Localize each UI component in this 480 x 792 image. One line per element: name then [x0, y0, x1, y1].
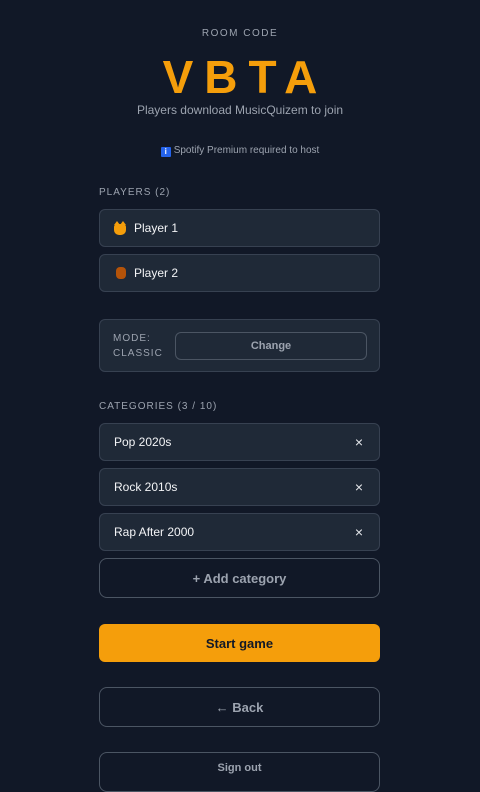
player-row: Player 1 [99, 209, 380, 247]
mode-label: MODE: CLASSIC [113, 331, 175, 361]
change-mode-button[interactable]: Change [175, 331, 367, 360]
sign-out-button[interactable]: Sign out [99, 752, 380, 792]
remove-category-icon[interactable]: × [353, 524, 365, 540]
category-row: Rap After 2000 × [99, 513, 380, 551]
spotify-note-text: Spotify Premium required to host [173, 145, 320, 156]
mode-card: MODE: CLASSIC Change [99, 319, 380, 372]
player-name: Player 1 [134, 221, 179, 235]
remove-category-icon[interactable]: × [353, 434, 365, 450]
back-button[interactable]: ← Back [99, 687, 380, 727]
info-icon: i [160, 147, 171, 157]
category-row: Pop 2020s × [99, 423, 380, 461]
spotify-note: i Spotify Premium required to host [0, 145, 480, 157]
remove-category-icon[interactable]: × [353, 479, 365, 495]
mode-label-prefix: MODE: [113, 332, 151, 344]
lobby-screen: ROOM CODE VBTA Players download MusicQui… [0, 0, 480, 792]
players-section-label: PLAYERS (2) [99, 187, 171, 198]
room-code: VBTA [162, 51, 329, 103]
start-game-button[interactable]: Start game [99, 624, 380, 662]
player-name: Player 2 [134, 266, 179, 280]
add-category-button[interactable]: + Add category [99, 558, 380, 598]
categories-section-label: CATEGORIES (3 / 10) [99, 401, 218, 412]
category-name: Rock 2010s [114, 480, 178, 494]
room-code-label: ROOM CODE [201, 28, 279, 39]
mode-label-value: CLASSIC [113, 347, 163, 359]
cat-face-icon [114, 221, 128, 235]
bear-icon [114, 266, 128, 280]
category-row: Rock 2010s × [99, 468, 380, 506]
join-hint: Players download MusicQuizem to join [136, 103, 344, 117]
category-name: Rap After 2000 [114, 525, 195, 539]
player-row: Player 2 [99, 254, 380, 292]
category-name: Pop 2020s [114, 435, 172, 449]
